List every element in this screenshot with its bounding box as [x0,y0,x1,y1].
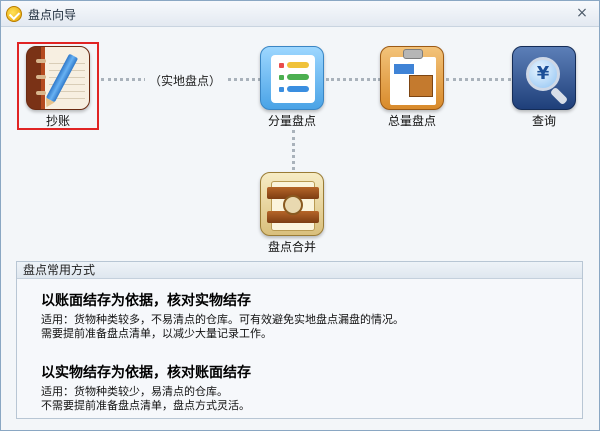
node-total-count[interactable]: 总量盘点 [377,46,447,129]
method-desc: 适用：货物种类较少，易清点的仓库。 [41,385,228,398]
node-label: 总量盘点 [387,114,436,128]
method-item: 以实物结存为依据，核对账面结存 适用：货物种类较少，易清点的仓库。 不需要提前准… [41,362,251,413]
inventory-wizard-window: 盘点向导 × （实地盘点） 抄账 分量盘点 总量盘点 ¥ 查询 盘点合并 盘点常… [0,0,600,431]
method-desc: 适用：货物种类较多，不易清点的仓库。可有效避免实地盘点漏盘的情况。 [41,313,404,326]
yen-search-icon: ¥ [512,46,576,110]
merge-folder-icon [260,172,324,236]
app-icon [6,6,22,22]
node-query[interactable]: ¥ 查询 [509,46,579,129]
node-partial-count[interactable]: 分量盘点 [257,46,327,129]
workflow-area: （实地盘点） 抄账 分量盘点 总量盘点 ¥ 查询 盘点合并 [1,28,599,258]
common-methods-panel: 盘点常用方式 以账面结存为依据，核对实物结存 适用：货物种类较多，不易清点的仓库… [16,261,583,419]
window-title: 盘点向导 [28,8,77,22]
method-title: 以账面结存为依据，核对实物结存 [41,293,251,309]
checklist-icon [260,46,324,110]
connector-line [326,78,381,81]
method-desc: 需要提前准备盘点清单，以减少大量记录工作。 [41,327,272,340]
close-button[interactable]: × [575,6,589,20]
node-label: 抄账 [45,114,70,128]
clipboard-icon [380,46,444,110]
node-label: 分量盘点 [267,114,316,128]
node-label: 盘点合并 [267,240,316,254]
connector-line [446,78,511,81]
method-title: 以实物结存为依据，核对账面结存 [41,365,251,381]
node-merge[interactable]: 盘点合并 [257,172,327,255]
connector-label: （实地盘点） [145,72,226,89]
method-item: 以账面结存为依据，核对实物结存 适用：货物种类较多，不易清点的仓库。可有效避免实… [41,290,404,341]
title-bar: 盘点向导 × [1,1,599,27]
node-copy-account[interactable]: 抄账 [23,46,93,129]
method-desc: 不需要提前准备盘点清单，盘点方式灵活。 [41,399,250,412]
panel-header: 盘点常用方式 [17,262,582,279]
connector-line [292,130,295,176]
notebook-pencil-icon [26,46,90,110]
node-label: 查询 [531,114,556,128]
